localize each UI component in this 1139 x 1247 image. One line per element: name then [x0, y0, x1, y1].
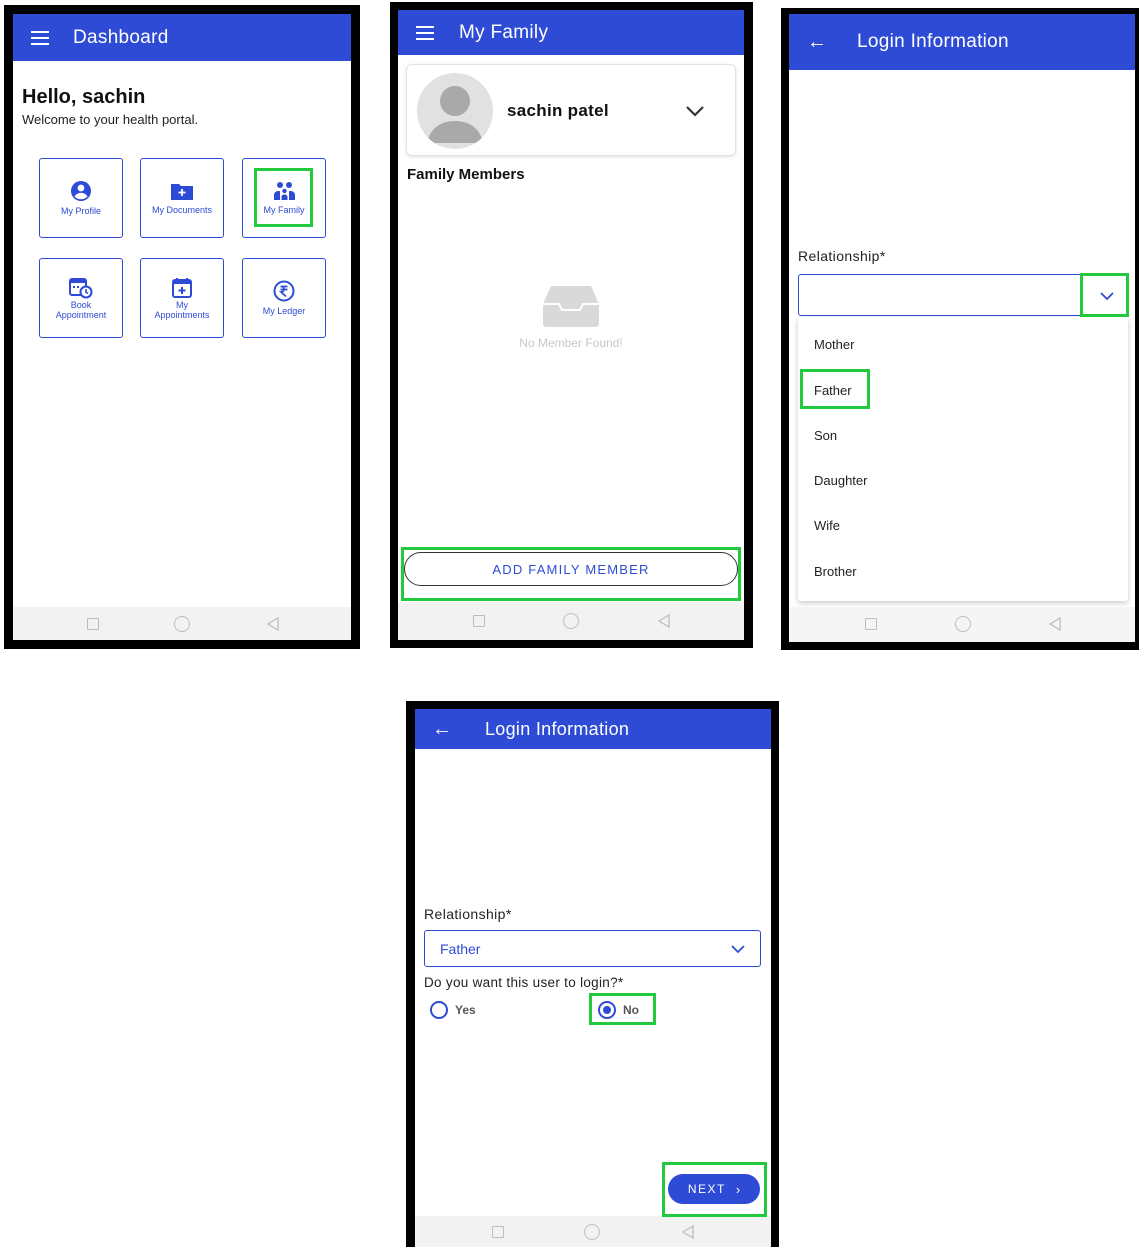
system-nav-bar [398, 602, 744, 640]
system-nav-bar [415, 1216, 771, 1247]
person-placeholder-icon [427, 86, 483, 143]
next-button[interactable]: NEXT › [668, 1174, 760, 1204]
option-daughter[interactable]: Daughter [814, 473, 867, 488]
dashboard-screen: Dashboard Hello, sachin Welcome to your … [13, 14, 351, 640]
home-icon[interactable] [955, 616, 971, 632]
app-bar: ← Login Information [415, 709, 771, 749]
empty-inbox-icon [543, 286, 599, 327]
chevron-right-icon: › [735, 1181, 741, 1197]
chevron-down-icon[interactable] [685, 105, 705, 117]
login-question: Do you want this user to login?* [424, 975, 624, 990]
back-arrow-icon[interactable]: ← [807, 32, 827, 52]
selected-relationship: Father [440, 941, 481, 957]
relationship-select[interactable]: Father [424, 930, 761, 967]
option-son[interactable]: Son [814, 428, 837, 443]
radio-no[interactable]: No [598, 1001, 658, 1021]
tile-my-appointments[interactable]: My Appointments [140, 258, 224, 338]
add-button-label: ADD FAMILY MEMBER [492, 561, 650, 577]
family-icon [274, 182, 295, 200]
tile-my-profile[interactable]: My Profile [39, 158, 123, 238]
tile-label: My Documents [151, 205, 213, 215]
option-father[interactable]: Father [814, 383, 852, 398]
page-title: My Family [459, 21, 549, 43]
tile-my-family[interactable]: My Family [242, 158, 326, 238]
home-icon[interactable] [584, 1224, 600, 1240]
recent-apps-icon[interactable] [473, 615, 485, 627]
page-title: Dashboard [73, 26, 169, 48]
calendar-plus-icon [172, 277, 192, 298]
phone-login-dropdown: ← Login Information Relationship* Mother… [781, 8, 1139, 650]
tile-my-documents[interactable]: My Documents [140, 158, 224, 238]
user-circle-icon [71, 181, 91, 201]
login-form-screen: ← Login Information Relationship* Father… [415, 709, 771, 1247]
relationship-options-list: Mother Father Son Daughter Wife Brother [798, 317, 1128, 601]
tile-label: My Family [263, 205, 305, 215]
tile-label: My Appointments [154, 299, 210, 320]
recent-apps-icon[interactable] [492, 1226, 504, 1238]
menu-icon[interactable] [416, 25, 434, 40]
system-nav-bar [789, 607, 1135, 642]
page-title: Login Information [857, 31, 1009, 52]
section-title: Family Members [407, 166, 525, 183]
tile-my-ledger[interactable]: My Ledger [242, 258, 326, 338]
home-icon[interactable] [563, 613, 579, 629]
option-wife[interactable]: Wife [814, 518, 840, 533]
phone-my-family: My Family sachin patel Family Members No… [390, 2, 753, 648]
radio-yes-circle[interactable] [430, 1001, 448, 1019]
relationship-label: Relationship* [798, 248, 886, 264]
recent-apps-icon[interactable] [87, 618, 99, 630]
tile-book-appointment[interactable]: Book Appointment [39, 258, 123, 338]
system-nav-bar [13, 607, 351, 640]
page-title: Login Information [485, 718, 630, 739]
calendar-clock-icon [69, 277, 93, 298]
home-icon[interactable] [174, 616, 190, 632]
family-screen: My Family sachin patel Family Members No… [398, 10, 744, 640]
user-name: sachin patel [507, 101, 609, 120]
phone-login-form: ← Login Information Relationship* Father… [406, 701, 779, 1247]
back-nav-icon[interactable] [1047, 616, 1063, 632]
tile-label: Book Appointment [55, 299, 107, 320]
relationship-select[interactable] [798, 274, 1128, 316]
menu-icon[interactable] [31, 30, 49, 45]
tile-label: My Profile [60, 206, 101, 216]
chevron-down-icon[interactable] [1099, 291, 1115, 301]
add-family-member-button[interactable]: ADD FAMILY MEMBER [404, 552, 738, 586]
phone-dashboard: Dashboard Hello, sachin Welcome to your … [4, 5, 360, 649]
app-bar: Dashboard [13, 14, 351, 61]
empty-message: No Member Found! [519, 336, 623, 350]
avatar [417, 73, 493, 149]
recent-apps-icon[interactable] [865, 618, 877, 630]
radio-no-circle[interactable] [598, 1001, 616, 1019]
option-brother[interactable]: Brother [814, 564, 857, 579]
folder-plus-icon [171, 184, 193, 200]
next-label: NEXT [687, 1182, 726, 1196]
back-arrow-icon[interactable]: ← [432, 719, 452, 739]
back-nav-icon[interactable] [265, 616, 281, 632]
option-mother[interactable]: Mother [814, 337, 854, 352]
user-card[interactable]: sachin patel [406, 64, 736, 156]
app-bar: ← Login Information [789, 14, 1135, 70]
login-dropdown-screen: ← Login Information Relationship* Mother… [789, 14, 1135, 642]
tile-label: My Ledger [262, 306, 306, 316]
app-bar: My Family [398, 10, 744, 55]
radio-no-label: No [623, 1003, 639, 1017]
rupee-icon [273, 280, 295, 302]
greeting: Hello, sachin [22, 86, 146, 108]
radio-yes[interactable]: Yes [430, 1001, 510, 1021]
radio-yes-label: Yes [455, 1003, 476, 1017]
back-nav-icon[interactable] [680, 1224, 696, 1240]
relationship-label: Relationship* [424, 906, 512, 922]
chevron-down-icon[interactable] [730, 944, 746, 954]
greeting-subtitle: Welcome to your health portal. [22, 112, 199, 127]
back-nav-icon[interactable] [656, 613, 672, 629]
